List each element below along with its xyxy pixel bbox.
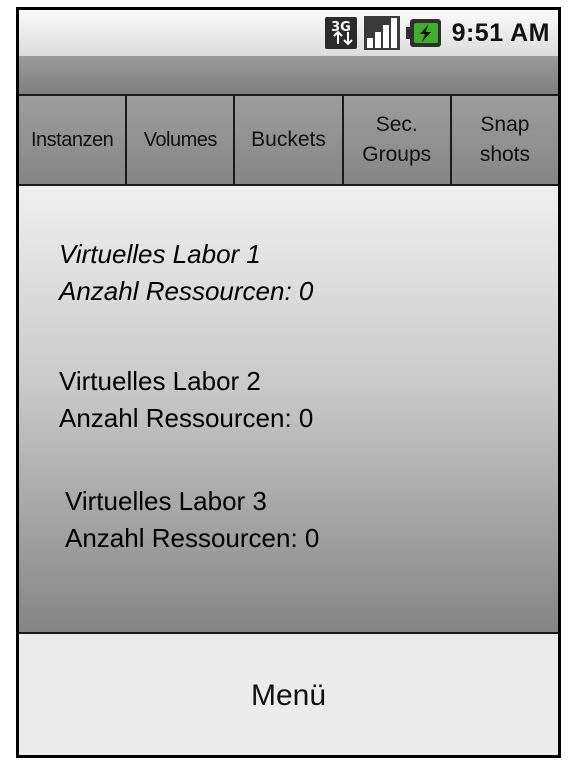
battery-charging-icon xyxy=(405,18,442,48)
lab-name: Virtuelles Labor 3 xyxy=(65,486,267,516)
tab-snapshots[interactable]: Snap shots xyxy=(451,96,558,184)
tab-sec-groups[interactable]: Sec. Groups xyxy=(343,96,452,184)
status-bar: 3G 9:51 AM xyxy=(19,10,558,56)
lab-name: Virtuelles Labor 2 xyxy=(59,366,261,396)
tab-buckets[interactable]: Buckets xyxy=(235,96,344,184)
list-item-lab-3[interactable]: Virtuelles Labor 3 Anzahl Ressourcen: 0 xyxy=(65,483,319,557)
menu-button[interactable]: Menü xyxy=(19,634,558,755)
lab-name: Virtuelles Labor 1 xyxy=(59,239,261,269)
status-clock: 9:51 AM xyxy=(451,18,550,47)
signal-strength-icon xyxy=(363,16,400,50)
phone-screen: 3G 9:51 AM Instanzen Volumes Buckets Sec… xyxy=(16,7,561,758)
menu-button-label: Menü xyxy=(250,679,327,712)
list-item-lab-1[interactable]: Virtuelles Labor 1 Anzahl Ressourcen: 0 xyxy=(59,236,313,310)
lab-list: Virtuelles Labor 1 Anzahl Ressourcen: 0 … xyxy=(19,186,558,634)
3g-data-icon: 3G xyxy=(324,16,358,50)
tab-bar: Instanzen Volumes Buckets Sec. Groups Sn… xyxy=(19,96,558,186)
title-bar xyxy=(19,56,558,96)
lab-resource-count: Anzahl Ressourcen: 0 xyxy=(65,523,320,553)
list-item-lab-2[interactable]: Virtuelles Labor 2 Anzahl Ressourcen: 0 xyxy=(59,363,313,437)
lab-resource-count: Anzahl Ressourcen: 0 xyxy=(59,403,314,433)
lab-resource-count: Anzahl Ressourcen: 0 xyxy=(59,276,314,306)
tab-instanzen[interactable]: Instanzen xyxy=(19,96,128,184)
tab-volumes[interactable]: Volumes xyxy=(127,96,236,184)
